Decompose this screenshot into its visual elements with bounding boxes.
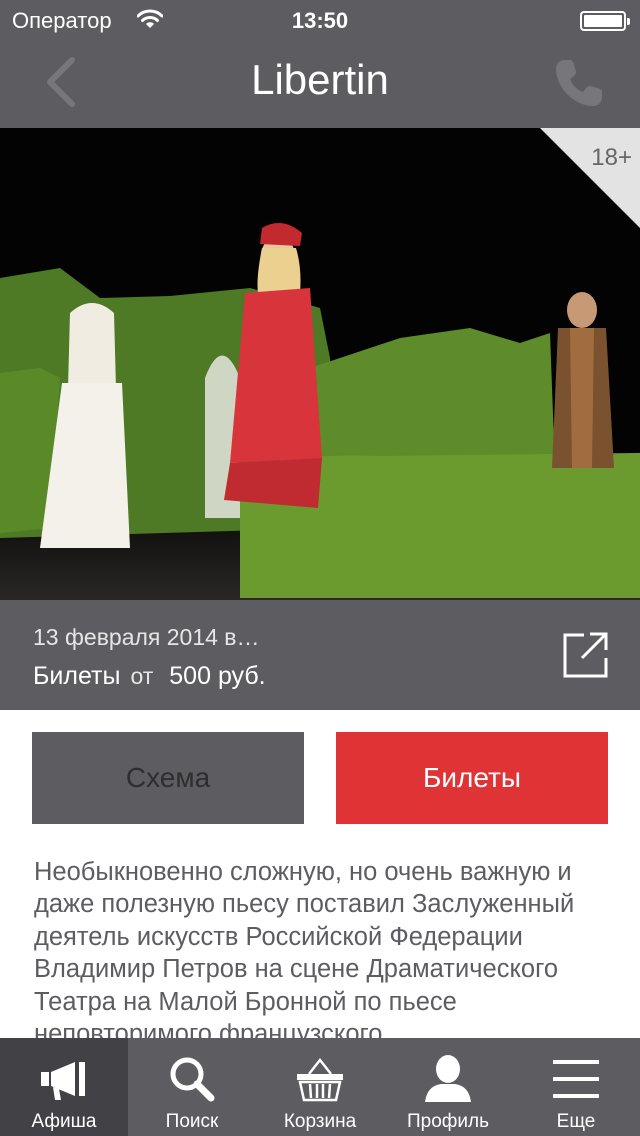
tab-label: Корзина <box>283 1111 357 1132</box>
megaphone-icon <box>41 1062 85 1100</box>
menu-icon <box>553 1060 599 1098</box>
event-photo: 18+ <box>0 128 640 600</box>
battery-icon <box>580 11 630 31</box>
age-rating-corner <box>540 128 640 228</box>
scheme-button[interactable]: Схема <box>32 732 304 824</box>
search-icon <box>170 1057 215 1102</box>
event-description: Необыкновенно сложную, но очень важную и… <box>34 858 575 1038</box>
phone-icon[interactable] <box>552 56 606 110</box>
price-value: 500 руб. <box>169 662 266 690</box>
tab-more[interactable]: Еще <box>512 1038 640 1136</box>
back-icon[interactable] <box>36 54 86 110</box>
event-info-bar: 13 февраля 2014 в… Билеты от 500 руб. <box>0 600 640 710</box>
basket-icon <box>297 1057 343 1102</box>
share-icon[interactable] <box>560 630 610 680</box>
profile-icon <box>425 1055 471 1102</box>
tab-afisha[interactable]: Афиша <box>0 1038 128 1136</box>
tab-label: Профиль <box>406 1111 490 1132</box>
tickets-label: Билеты <box>33 662 121 690</box>
tab-label: Еще <box>556 1111 596 1132</box>
price-from-label: от <box>130 663 154 689</box>
tab-search[interactable]: Поиск <box>128 1038 256 1136</box>
top-bar: Оператор 13:50 Libertin <box>0 0 640 128</box>
tab-profile[interactable]: Профиль <box>384 1038 512 1136</box>
age-rating-label: 18+ <box>591 144 632 171</box>
tickets-button[interactable]: Билеты <box>336 732 608 824</box>
tab-basket[interactable]: Корзина <box>256 1038 384 1136</box>
tab-bar: Афиша Поиск Корзина Профиль Еще <box>0 1038 640 1136</box>
tab-label: Поиск <box>165 1111 219 1132</box>
status-bar: Оператор 13:50 <box>0 0 640 40</box>
price-row: Билеты от 500 руб. <box>33 662 266 691</box>
tab-label: Афиша <box>31 1111 97 1132</box>
clock: 13:50 <box>291 8 349 33</box>
event-date: 13 февраля 2014 в… <box>33 624 260 650</box>
page-title: Libertin <box>251 56 389 103</box>
